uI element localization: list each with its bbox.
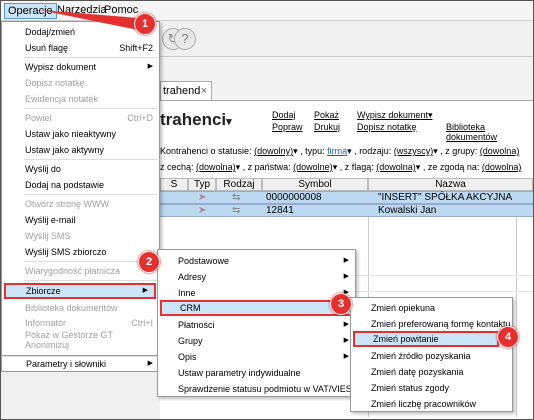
annotation-arrow: [40, 10, 138, 30]
step-badge-2: 2: [138, 251, 160, 273]
step-badge-3: 3: [330, 293, 352, 315]
annotation-arrow-shape: [40, 10, 138, 30]
step-badge-1: 1: [134, 13, 156, 35]
step-badge-4: 4: [497, 326, 519, 348]
